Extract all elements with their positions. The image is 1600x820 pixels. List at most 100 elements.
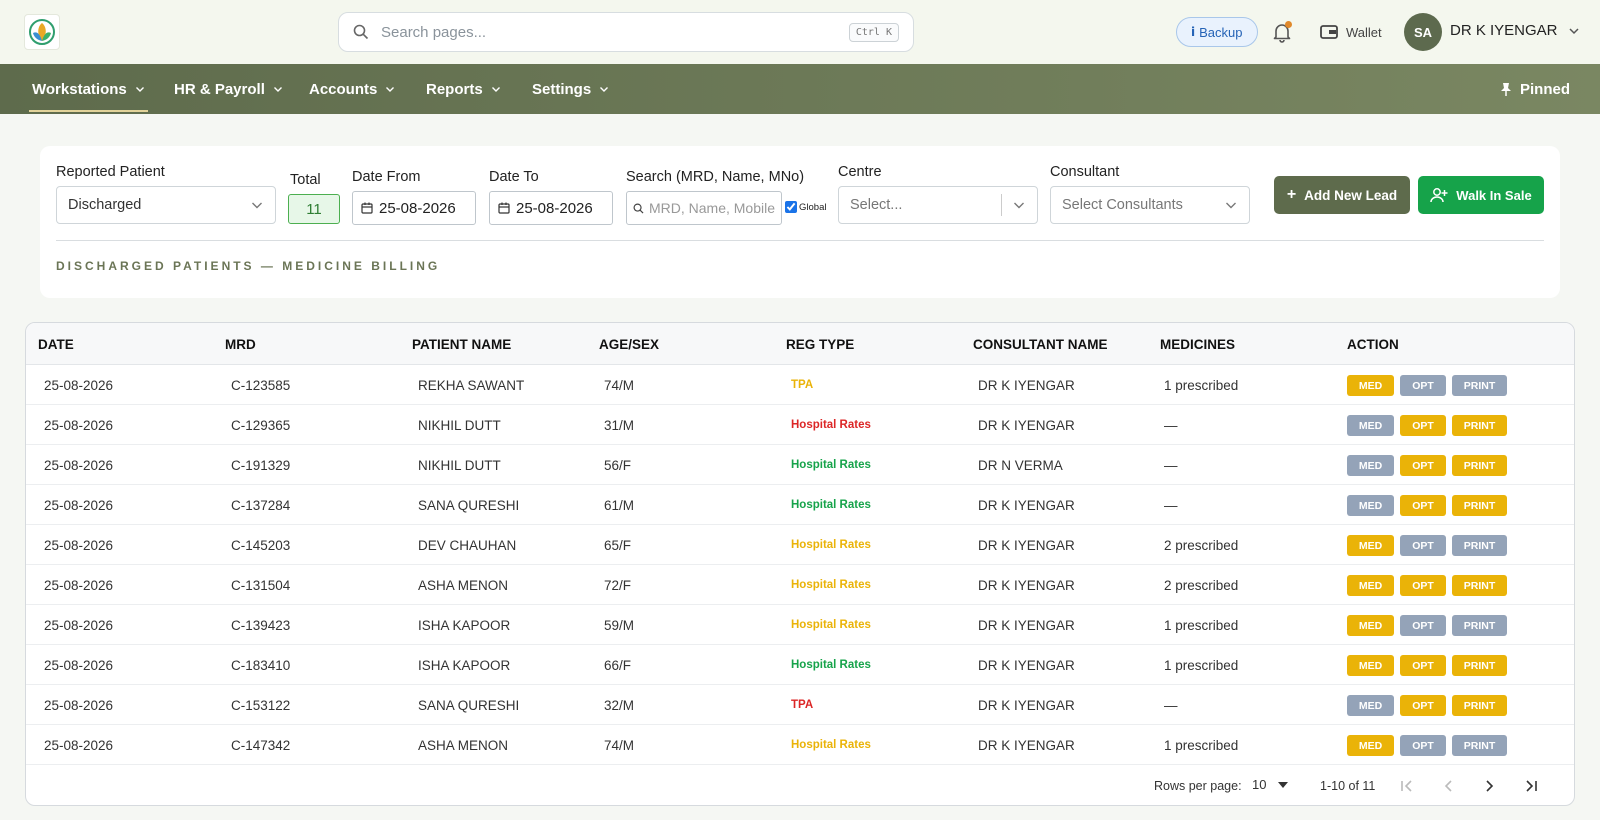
top-header: Ctrl K ⅰ Backup Wallet SA DR K IYENGAR <box>0 0 1600 64</box>
table-row[interactable]: 25-08-2026 C-131504 ASHA MENON 72/F Hospital… <box>26 565 1574 605</box>
first-page-button[interactable] <box>1396 775 1418 797</box>
notifications-button[interactable] <box>1270 20 1294 44</box>
opt-button[interactable]: OPT <box>1400 535 1446 556</box>
table-row[interactable]: 25-08-2026 C-145203 DEV CHAUHAN 65/F Hospita… <box>26 525 1574 565</box>
nav-settings[interactable]: Settings <box>532 64 609 114</box>
opt-button[interactable]: OPT <box>1400 495 1446 516</box>
print-button[interactable]: PRINT <box>1452 375 1507 396</box>
print-button[interactable]: PRINT <box>1452 495 1507 516</box>
page-range: 1-10 of 11 <box>1320 779 1376 793</box>
next-page-button[interactable] <box>1478 775 1500 797</box>
calendar-icon <box>498 202 510 214</box>
date-to-label: Date To <box>489 169 539 185</box>
table-row[interactable]: 25-08-2026 C-137284 SANA QURESHI 61/M Hospit… <box>26 485 1574 525</box>
cell-age-sex: 32/M <box>604 698 635 713</box>
cell-date: 25-08-2026 <box>44 738 114 753</box>
reported-patient-value: Discharged <box>68 197 142 213</box>
walk-in-sale-button[interactable]: Walk In Sale <box>1418 176 1544 214</box>
date-to-input[interactable]: 25-08-2026 <box>489 191 613 225</box>
table-row[interactable]: 25-08-2026 C-147342 ASHA MENON 74/M Hospital… <box>26 725 1574 765</box>
cell-age-sex: 31/M <box>604 418 635 433</box>
med-button[interactable]: MED <box>1347 615 1394 636</box>
app-logo[interactable] <box>24 14 60 50</box>
cell-patient-name: REKHA SAWANT <box>418 378 525 393</box>
cell-consultant: DR K IYENGAR <box>978 738 1075 753</box>
chevron-down-icon <box>600 87 609 92</box>
opt-button[interactable]: OPT <box>1400 575 1446 596</box>
user-menu[interactable]: DR K IYENGAR <box>1450 22 1580 39</box>
opt-button[interactable]: OPT <box>1400 415 1446 436</box>
avatar[interactable]: SA <box>1404 13 1442 51</box>
date-from-input[interactable]: 25-08-2026 <box>352 191 476 225</box>
med-button[interactable]: MED <box>1347 735 1394 756</box>
calendar-icon <box>361 202 373 214</box>
global-check-input[interactable] <box>785 201 797 213</box>
col-consultant: CONSULTANT NAME <box>973 337 1108 352</box>
opt-button[interactable]: OPT <box>1400 455 1446 476</box>
table-row[interactable]: 25-08-2026 C-183410 ISHA KAPOOR 66/F Hospita… <box>26 645 1574 685</box>
cell-date: 25-08-2026 <box>44 538 114 553</box>
print-button[interactable]: PRINT <box>1452 695 1507 716</box>
print-button[interactable]: PRINT <box>1452 535 1507 556</box>
print-button[interactable]: PRINT <box>1452 655 1507 676</box>
pinned-button[interactable]: Pinned <box>1500 64 1570 114</box>
cell-age-sex: 56/F <box>604 458 632 473</box>
backup-button[interactable]: ⅰ Backup <box>1176 17 1258 47</box>
table-row[interactable]: 25-08-2026 C-153122 SANA QURESHI 32/M TPA DR … <box>26 685 1574 725</box>
print-button[interactable]: PRINT <box>1452 575 1507 596</box>
cell-date: 25-08-2026 <box>44 618 114 633</box>
print-button[interactable]: PRINT <box>1452 615 1507 636</box>
rows-per-page-select[interactable]: 10 <box>1252 777 1289 792</box>
table-row[interactable]: 25-08-2026 C-191329 NIKHIL DUTT 56/F Hospita… <box>26 445 1574 485</box>
opt-button[interactable]: OPT <box>1400 735 1446 756</box>
consultant-select[interactable]: Select Consultants <box>1050 186 1250 224</box>
med-button[interactable]: MED <box>1347 495 1394 516</box>
table-row[interactable]: 25-08-2026 C-129365 NIKHIL DUTT 31/M Hospita… <box>26 405 1574 445</box>
chevron-down-icon <box>135 87 144 92</box>
last-page-button[interactable] <box>1520 775 1542 797</box>
med-button[interactable]: MED <box>1347 695 1394 716</box>
search-input[interactable] <box>381 23 849 41</box>
nav-hr-payroll[interactable]: HR & Payroll <box>174 64 283 114</box>
global-search[interactable]: Ctrl K <box>338 12 914 52</box>
nav-accounts[interactable]: Accounts <box>309 64 395 114</box>
centre-select[interactable]: Select... <box>838 186 1038 224</box>
patient-search-placeholder: MRD, Name, Mobile <box>648 200 775 216</box>
med-button[interactable]: MED <box>1347 535 1394 556</box>
nav-reports[interactable]: Reports <box>426 64 501 114</box>
cell-consultant: DR K IYENGAR <box>978 498 1075 513</box>
opt-button[interactable]: OPT <box>1400 655 1446 676</box>
notification-dot <box>1285 21 1292 28</box>
reported-patient-select[interactable]: Discharged <box>56 186 276 224</box>
table-row[interactable]: 25-08-2026 C-139423 ISHA KAPOOR 59/M Hospita… <box>26 605 1574 645</box>
chevron-left-icon <box>1444 780 1452 792</box>
opt-button[interactable]: OPT <box>1400 375 1446 396</box>
leaf-logo-icon <box>29 19 55 45</box>
med-button[interactable]: MED <box>1347 655 1394 676</box>
wallet-button[interactable]: Wallet <box>1320 20 1382 44</box>
search-icon <box>353 24 369 40</box>
med-button[interactable]: MED <box>1347 575 1394 596</box>
patient-search-input[interactable]: MRD, Name, Mobile <box>626 191 782 225</box>
nav-workstations[interactable]: Workstations <box>29 64 148 114</box>
table-row[interactable]: 25-08-2026 C-123585 REKHA SAWANT 74/M TPA DR … <box>26 365 1574 405</box>
print-button[interactable]: PRINT <box>1452 415 1507 436</box>
print-button[interactable]: PRINT <box>1452 455 1507 476</box>
info-icon: ⅰ <box>1191 25 1196 39</box>
opt-button[interactable]: OPT <box>1400 615 1446 636</box>
cell-mrd: C-191329 <box>231 458 291 473</box>
rows-per-page-value: 10 <box>1252 777 1267 792</box>
prev-page-button[interactable] <box>1438 775 1460 797</box>
global-label: Global <box>799 201 827 213</box>
date-to-value: 25-08-2026 <box>516 199 593 217</box>
print-button[interactable]: PRINT <box>1452 735 1507 756</box>
opt-button[interactable]: OPT <box>1400 695 1446 716</box>
plus-icon: + <box>1286 186 1297 203</box>
med-button[interactable]: MED <box>1347 415 1394 436</box>
global-checkbox[interactable]: Global <box>785 201 826 213</box>
cell-consultant: DR K IYENGAR <box>978 658 1075 673</box>
med-button[interactable]: MED <box>1347 375 1394 396</box>
add-new-lead-button[interactable]: + Add New Lead <box>1274 176 1410 214</box>
table-header: DATE MRD PATIENT NAME AGE/SEX REG TYPE C… <box>26 323 1574 365</box>
med-button[interactable]: MED <box>1347 455 1394 476</box>
